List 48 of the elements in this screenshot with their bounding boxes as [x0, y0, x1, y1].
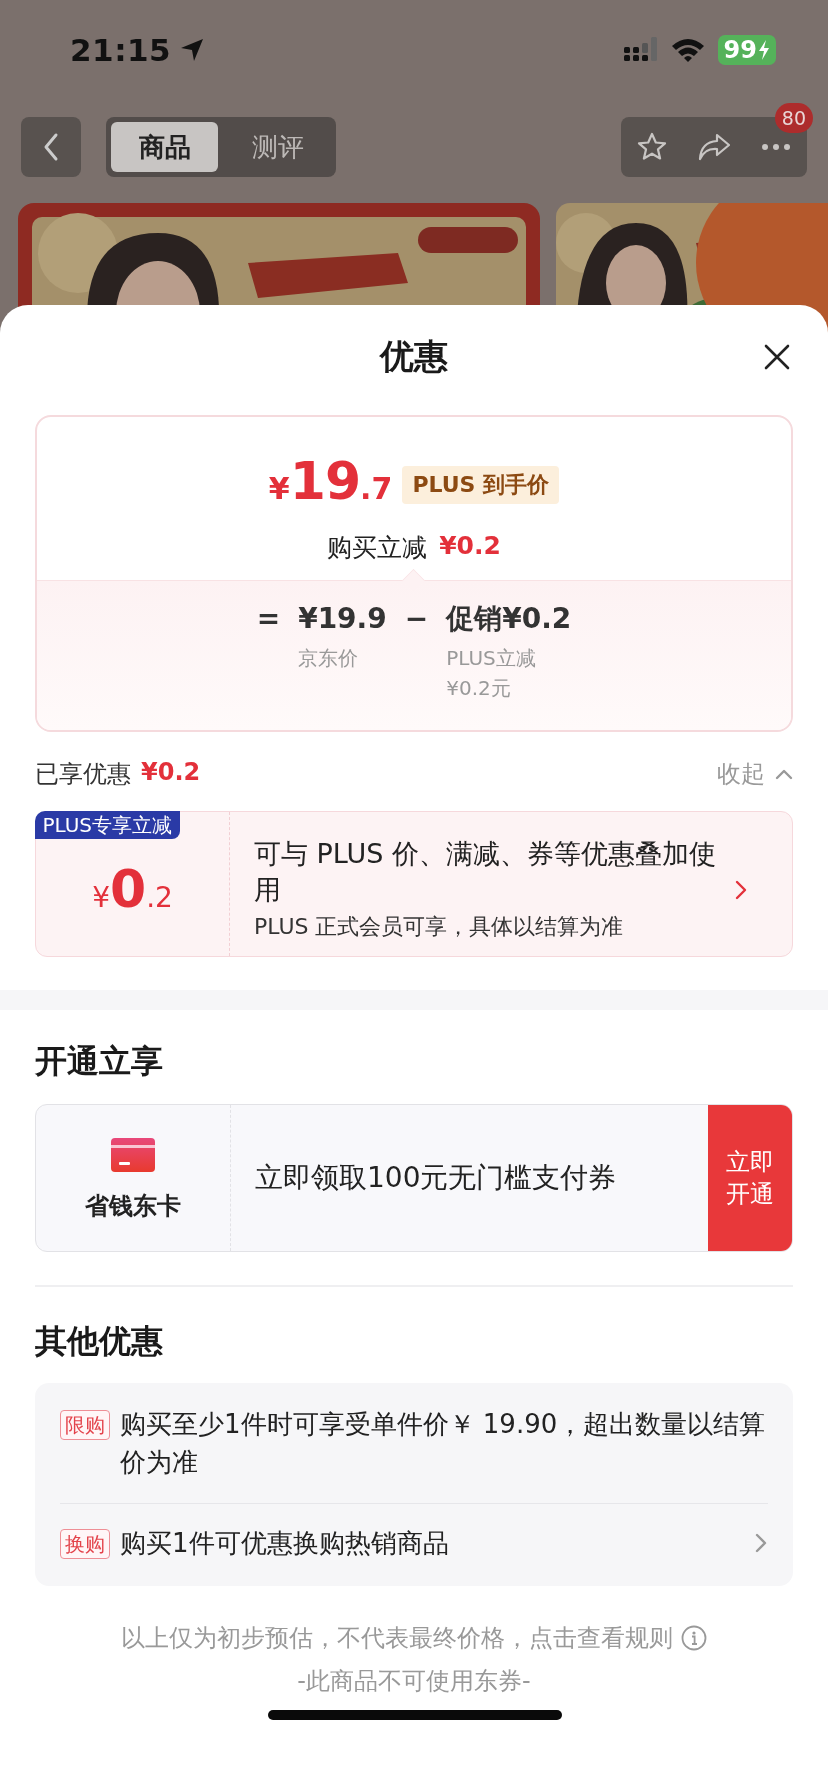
- card-icon: [111, 1138, 155, 1172]
- battery-indicator: 99: [717, 35, 776, 65]
- offer-amount: ¥0.2: [92, 860, 173, 921]
- signal-icon: [623, 37, 658, 63]
- discount-amount: ¥0.2: [439, 531, 501, 562]
- back-icon: [42, 132, 60, 162]
- savings-label: 已享优惠: [35, 758, 131, 790]
- status-time: 21:15: [70, 32, 172, 68]
- section-heading: 开通立享: [35, 1041, 164, 1082]
- card-name: 省钱东卡: [85, 1191, 181, 1222]
- offer-tag: 限购: [60, 1409, 110, 1440]
- collapse-toggle[interactable]: 收起: [717, 757, 793, 790]
- tab[interactable]: 商品: [111, 122, 218, 172]
- promo-note: PLUS立减 ¥0.2元: [446, 645, 537, 702]
- activate-button[interactable]: 立即开通: [708, 1105, 792, 1251]
- location-icon: [179, 37, 206, 63]
- plus-badge: PLUS专享立减: [34, 810, 181, 839]
- offer-note: PLUS 正式会员可享，具体以结算为准: [254, 913, 625, 941]
- promo-amount: 促销¥0.2: [446, 601, 572, 637]
- tab[interactable]: 测评: [224, 122, 331, 172]
- offer-text: 购买至少1件时可享受单件价￥ 19.90，超出数量以结算价为准: [120, 1407, 767, 1479]
- price-tag: PLUS 到手价: [402, 466, 560, 504]
- notification-badge: 80: [774, 103, 813, 133]
- chevron-icon: [754, 1531, 768, 1554]
- share-icon: [697, 132, 731, 162]
- info-icon: [681, 1624, 707, 1651]
- more-icon: [761, 143, 791, 151]
- price-amount: ¥19.7: [268, 451, 393, 513]
- offer-text: 购买1件可优惠换购热销商品: [120, 1526, 450, 1560]
- savings-amount: ¥0.2: [141, 757, 201, 788]
- base-price: ¥19.9: [298, 601, 387, 637]
- chevron-icon: [734, 879, 748, 901]
- sheet-title: 优惠: [380, 335, 448, 378]
- equals-sign: =: [256, 601, 281, 637]
- offer-text: 立即领取100元无门槛支付券: [254, 1160, 618, 1196]
- section-heading: 其他优惠: [35, 1320, 164, 1362]
- coupon-note: -此商品不可使用东券-: [297, 1665, 531, 1697]
- chevron-icon: [775, 767, 793, 780]
- minus-sign: −: [404, 601, 429, 637]
- discount-label: 购买立减: [327, 532, 428, 564]
- back-button[interactable]: [21, 117, 81, 177]
- offer-title: 可与 PLUS 价、满减、券等优惠叠加使用: [254, 837, 718, 907]
- offer-card[interactable]: ¥0.2 PLUS专享立减 可与 PLUS 价、满减、券等优惠叠加使用 PLUS 正式会员可享，具体以结算为准: [35, 811, 793, 957]
- price-label: 京东价: [298, 645, 360, 672]
- bolt-icon: [758, 40, 770, 60]
- star-icon: [636, 131, 668, 163]
- offer-tag: 换购: [60, 1528, 110, 1559]
- rules-notice[interactable]: 以上仅为初步预估，不代表最终价格，点击查看规则: [121, 1619, 673, 1656]
